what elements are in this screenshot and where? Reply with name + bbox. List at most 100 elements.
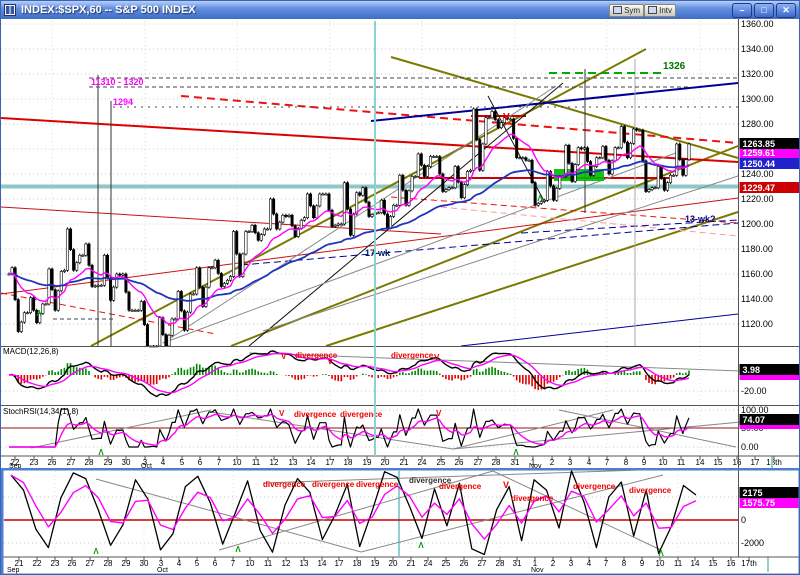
candle-body (96, 284, 100, 287)
candle-body (598, 157, 602, 160)
stoch-label: StochRSI(14,34(1),8) (3, 407, 79, 416)
maximize-button[interactable]: □ (754, 2, 774, 18)
date-label: 15 (709, 559, 718, 568)
date-label: 18 (344, 458, 353, 467)
candle-body (632, 128, 636, 144)
stoch-value-tag-value: 74.07 (743, 415, 766, 425)
price-tag-1-value: 1259.61 (743, 148, 776, 158)
candle-body (416, 153, 420, 177)
annotation-text: V (503, 112, 510, 123)
candle-body (653, 187, 657, 190)
candles (7, 107, 691, 348)
breadth-annotation: divergence (573, 482, 616, 491)
candle-body (182, 310, 186, 331)
date-label: 11 (264, 559, 273, 568)
date-label: 26 (460, 559, 469, 568)
candle-body (65, 228, 69, 271)
candle-body (195, 267, 199, 295)
candle-body (62, 269, 66, 272)
price-trendline (370, 82, 739, 122)
intv-button[interactable]: Intv (644, 3, 676, 17)
candle-body (629, 143, 633, 159)
axis-price-label: 1220.00 (741, 194, 774, 204)
candle-body (259, 234, 263, 241)
candle-body (173, 318, 177, 321)
axis-price-label: 1160.00 (741, 269, 773, 279)
candle-body (312, 205, 316, 219)
date-label: 27 (474, 458, 483, 467)
axis-price-label: 1280.00 (741, 119, 774, 129)
date-label: 17 (326, 458, 335, 467)
date-label: 26 (68, 559, 77, 568)
candle-body (262, 228, 266, 235)
candle-body (25, 312, 29, 315)
window-title: INDEX:$SPX,60 -- S&P 500 INDEX (21, 4, 196, 16)
date-label: 14 (307, 458, 316, 467)
date-label: 10 (659, 458, 668, 467)
date-label: 11 (677, 458, 686, 467)
candle-body (499, 122, 503, 129)
stoch-signal-tag[interactable] (739, 425, 800, 429)
stoch-axis-label: 0.00 (741, 442, 759, 452)
date-label: 2 (550, 458, 555, 467)
candle-body (509, 118, 513, 121)
date-label: 5 (195, 559, 200, 568)
close-button[interactable]: ✕ (776, 2, 796, 18)
stochrsi-panel: StochRSI(14,34(1),8) Vdivergence divergenc… (1, 407, 742, 457)
minimize-button[interactable]: – (732, 2, 752, 18)
candle-body (435, 156, 439, 158)
date-label: 23 (51, 559, 60, 568)
candle-body (647, 189, 651, 192)
chart-canvas[interactable]: 11310 - 13201294132613-wk?17-wkVΛΛMACD(1… (1, 1, 800, 575)
macd-value-tag-value: 3.98 (743, 365, 761, 375)
candle-body (145, 324, 149, 347)
sym-button[interactable]: Sym (609, 3, 645, 17)
candle-body (75, 262, 79, 271)
date-label: 4 (177, 559, 182, 568)
candle-body (142, 301, 146, 325)
candle-body (644, 160, 648, 192)
intv-button-icon (648, 6, 658, 14)
date-label: 27 (67, 458, 76, 467)
candle-body (321, 193, 325, 196)
title-bar[interactable]: INDEX:$SPX,60 -- S&P 500 INDEX Sym Intv … (1, 1, 799, 19)
date-label: 31 (513, 559, 522, 568)
date-label: 15 (714, 458, 723, 467)
candle-body (339, 223, 343, 226)
candle-body (22, 312, 26, 323)
annotation-text: 1326 (663, 61, 686, 72)
date-label: 14 (696, 458, 705, 467)
candle-body (475, 108, 479, 140)
candle-body (555, 188, 559, 201)
date-label: 13 (289, 458, 298, 467)
date-label: 28 (85, 458, 94, 467)
macd-signal-tag[interactable] (739, 375, 800, 380)
candle-body (622, 126, 626, 143)
price-trendline (180, 95, 739, 144)
candle-body (429, 156, 433, 167)
candle-body (398, 174, 402, 206)
candle-body (93, 285, 97, 288)
stoch-annotation: divergence (294, 410, 337, 419)
date-label: 24 (418, 458, 427, 467)
candle-body (84, 243, 88, 256)
candle-body (213, 259, 217, 269)
candle-body (278, 221, 282, 230)
date-label: 9 (642, 458, 647, 467)
annotation-text: 11310 - 1320 (91, 77, 144, 87)
date-label: 8 (624, 458, 629, 467)
sym-button-label: Sym (624, 5, 641, 15)
candle-body (438, 156, 442, 175)
candle-body (87, 243, 91, 266)
candle-body (315, 205, 319, 219)
date-label: 17th (741, 559, 757, 568)
axis-price-label: 1200.00 (741, 219, 774, 229)
bottom-window-border (1, 468, 4, 574)
candle-body (370, 214, 374, 217)
candle-body (675, 143, 679, 176)
candle-body (487, 117, 491, 120)
buy-caret: Λ (418, 541, 424, 550)
breadth-axis-label: 0 (741, 515, 746, 525)
month-label: Nov (531, 567, 544, 574)
candle-body (465, 171, 469, 185)
